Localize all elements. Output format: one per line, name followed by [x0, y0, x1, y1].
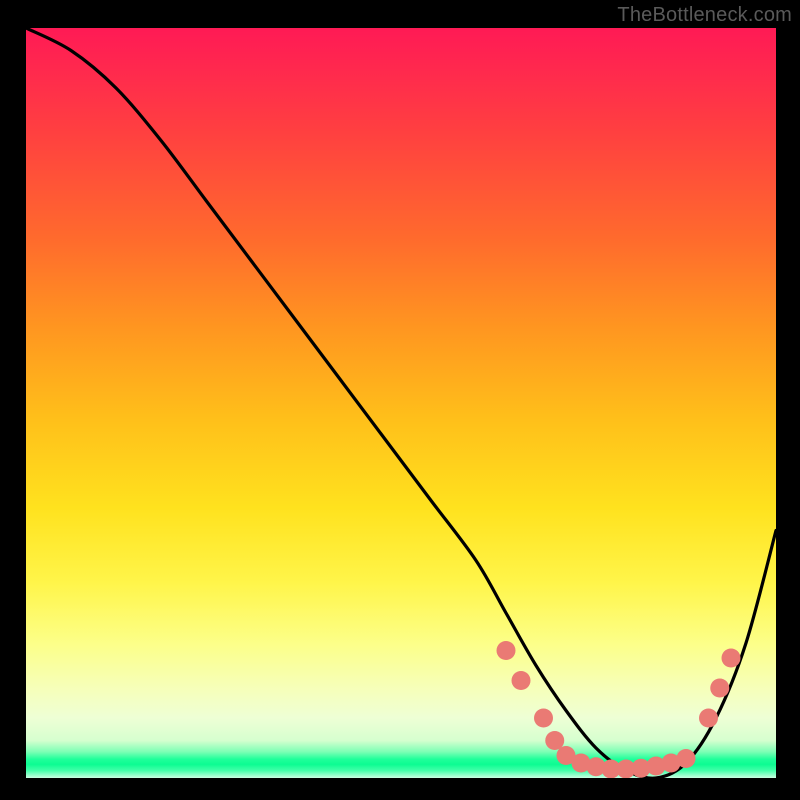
plot-svg: [26, 28, 776, 778]
bottleneck-curve: [26, 28, 776, 778]
marker-dot: [512, 671, 531, 690]
marker-dot: [534, 709, 553, 728]
marker-dot: [677, 749, 696, 768]
marker-dot: [497, 641, 516, 660]
marker-dot: [710, 679, 729, 698]
chart-frame: TheBottleneck.com: [0, 0, 800, 800]
marker-dot: [722, 649, 741, 668]
attribution-text: TheBottleneck.com: [617, 4, 792, 27]
marker-dot: [545, 731, 564, 750]
marker-dot: [699, 709, 718, 728]
plot-area: [26, 28, 776, 778]
